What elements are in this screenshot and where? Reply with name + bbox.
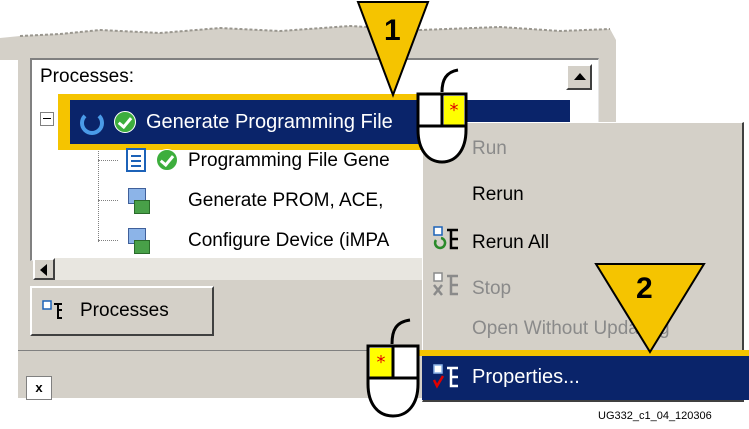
tree-item-generate-prom[interactable]: Generate PROM, ACE, bbox=[188, 190, 383, 212]
menu-item-rerun[interactable]: Rerun bbox=[472, 184, 524, 206]
collapse-toggle-icon[interactable] bbox=[40, 112, 54, 126]
stop-icon bbox=[433, 272, 458, 296]
svg-text:*: * bbox=[450, 100, 459, 121]
tree-line bbox=[98, 240, 118, 242]
menu-item-stop[interactable]: Stop bbox=[472, 278, 511, 300]
document-icon bbox=[126, 148, 146, 172]
svg-text:*: * bbox=[377, 352, 386, 373]
callout-number-1: 1 bbox=[384, 14, 401, 47]
tree-line bbox=[98, 200, 118, 202]
processes-tab-icon bbox=[42, 300, 62, 319]
menu-item-run[interactable]: Run bbox=[472, 138, 507, 160]
rerun-all-icon bbox=[433, 226, 458, 250]
success-check-icon bbox=[114, 111, 136, 133]
properties-icon bbox=[432, 364, 458, 389]
horizontal-scrollbar[interactable] bbox=[55, 258, 435, 280]
tree-item-programming-file-generation[interactable]: Programming File Gene bbox=[188, 150, 390, 172]
screenshot-scene: Processes: Generate Programming File Pro… bbox=[0, 0, 749, 429]
processes-section-label: Processes: bbox=[40, 66, 134, 87]
tree-item-configure-device[interactable]: Configure Device (iMPA bbox=[188, 230, 389, 252]
callout-number-2: 2 bbox=[636, 272, 653, 305]
processes-tab-label: Processes bbox=[80, 300, 169, 321]
configure-device-icon bbox=[126, 228, 150, 254]
mouse-left-click-icon: * bbox=[366, 318, 420, 418]
success-check-icon bbox=[156, 149, 178, 171]
tree-line bbox=[98, 160, 118, 162]
menu-item-rerun-all[interactable]: Rerun All bbox=[472, 232, 549, 254]
close-icon[interactable]: x bbox=[26, 376, 52, 400]
menu-item-properties-label: Properties... bbox=[472, 366, 580, 388]
scroll-left-arrow-icon[interactable] bbox=[33, 258, 55, 280]
tree-item-label: Generate Programming File bbox=[146, 111, 393, 133]
figure-caption: UG332_c1_04_120306 bbox=[598, 410, 712, 422]
refresh-icon bbox=[80, 111, 104, 135]
scroll-up-arrow-icon[interactable] bbox=[566, 64, 592, 90]
prom-device-icon bbox=[126, 188, 150, 214]
mouse-right-click-icon: * bbox=[416, 68, 468, 164]
